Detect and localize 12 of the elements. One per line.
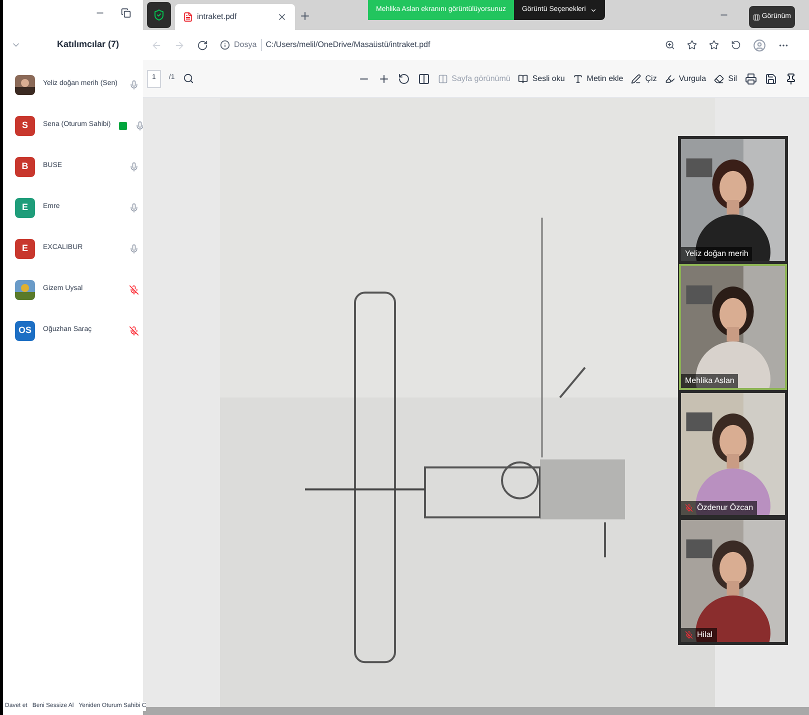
toolbar-button[interactable]: Metin ekle: [572, 72, 624, 84]
browser-tab[interactable]: intraket.pdf: [175, 4, 295, 30]
avatar: E: [15, 238, 35, 258]
toolbar-button[interactable]: Sil: [714, 72, 737, 84]
avatar: S: [15, 116, 35, 136]
panel-title: Katılımcılar (7): [57, 38, 120, 52]
toolbar-button[interactable]: Sesli oku: [518, 72, 565, 84]
avatar: OS: [15, 320, 35, 340]
avatar: B: [15, 156, 35, 176]
avatar: E: [15, 198, 35, 218]
toolbar-button[interactable]: Çiz: [631, 72, 657, 84]
toolbar-button[interactable]: Vurgula: [664, 72, 706, 84]
